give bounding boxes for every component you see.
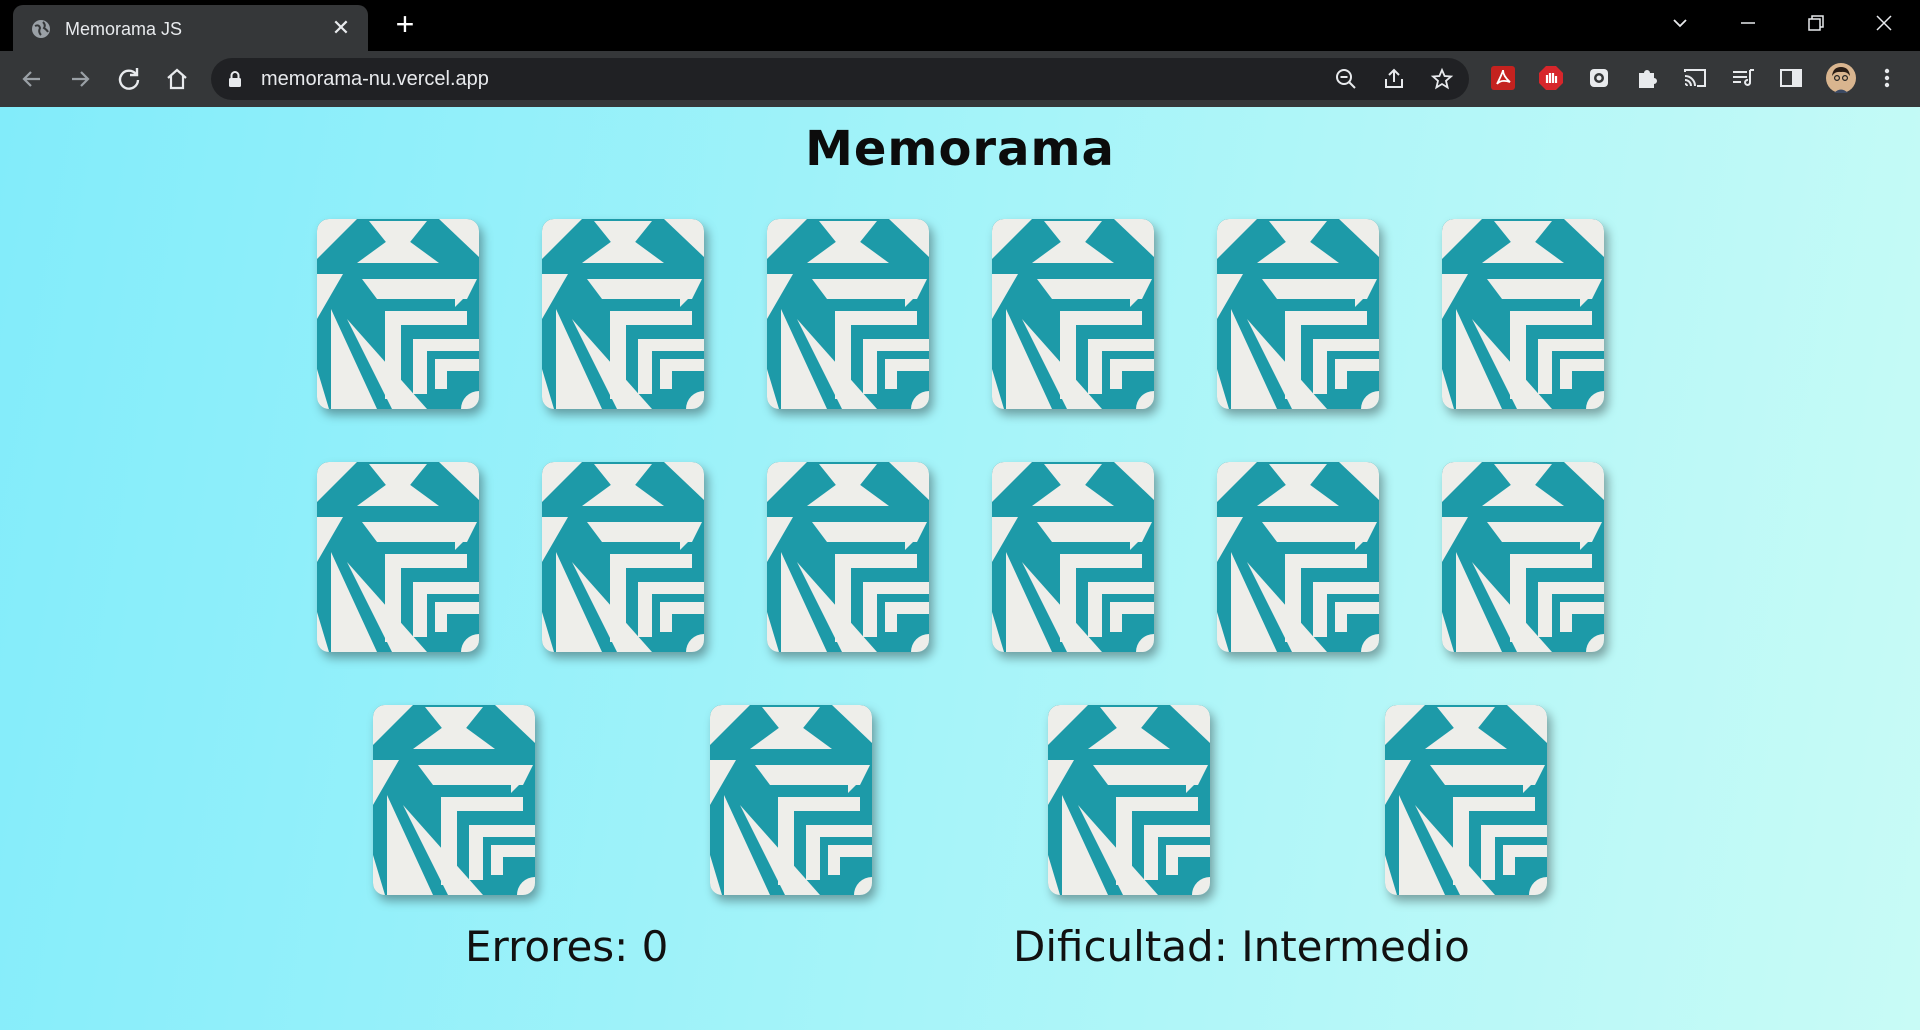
card-back-pattern [992, 219, 1154, 409]
home-icon[interactable] [161, 63, 193, 95]
card-back-pattern [542, 219, 704, 409]
memory-card-7[interactable] [317, 462, 479, 652]
tab-title: Memorama JS [65, 19, 183, 39]
card-back-pattern [1217, 462, 1379, 652]
memory-card-15[interactable] [1048, 705, 1210, 895]
profile-avatar[interactable] [1825, 62, 1857, 94]
tab-strip: Memorama JS ✕ + [0, 0, 1920, 51]
page-title: Memorama [805, 121, 1115, 177]
record-extension-icon[interactable] [1585, 64, 1613, 92]
difficulty-label: Dificultad: Intermedio [1013, 922, 1470, 971]
lock-icon[interactable] [227, 70, 243, 88]
card-back-pattern [992, 462, 1154, 652]
memory-card-14[interactable] [710, 705, 872, 895]
tab-search-icon[interactable] [1665, 8, 1695, 38]
memory-card-8[interactable] [542, 462, 704, 652]
new-tab-icon[interactable]: + [392, 8, 418, 40]
restore-icon[interactable] [1801, 8, 1831, 38]
browser-menu-icon[interactable] [1873, 64, 1901, 92]
puzzle-extensions-icon[interactable] [1633, 64, 1661, 92]
card-back-pattern [1442, 219, 1604, 409]
url-text: memorama-nu.vercel.app [261, 68, 489, 90]
cast-icon[interactable] [1681, 64, 1709, 92]
zoom-icon[interactable] [1334, 67, 1358, 91]
memory-card-2[interactable] [542, 219, 704, 409]
memory-card-3[interactable] [767, 219, 929, 409]
back-icon[interactable] [16, 63, 48, 95]
memory-card-13[interactable] [373, 705, 535, 895]
adblock-extension-icon[interactable] [1537, 64, 1565, 92]
card-back-pattern [542, 462, 704, 652]
forward-icon[interactable] [64, 63, 96, 95]
card-back-pattern [1442, 462, 1604, 652]
browser-toolbar: memorama-nu.vercel.app [0, 51, 1920, 107]
globe-icon [32, 20, 50, 38]
card-back-pattern [767, 219, 929, 409]
card-back-pattern [373, 705, 535, 895]
minimize-icon[interactable] [1733, 8, 1763, 38]
media-queue-icon[interactable] [1729, 64, 1757, 92]
pdf-extension-icon[interactable] [1489, 64, 1517, 92]
side-panel-icon[interactable] [1777, 64, 1805, 92]
page-content: Memorama Errores: 0 Dificultad: Intermed… [0, 107, 1920, 1030]
address-bar[interactable]: memorama-nu.vercel.app [211, 58, 1469, 100]
bookmark-star-icon[interactable] [1430, 67, 1454, 91]
browser-tab[interactable]: Memorama JS ✕ [13, 5, 368, 51]
memory-card-12[interactable] [1442, 462, 1604, 652]
reload-icon[interactable] [113, 63, 145, 95]
card-back-pattern [767, 462, 929, 652]
card-back-pattern [1385, 705, 1547, 895]
card-back-pattern [317, 219, 479, 409]
close-window-icon[interactable] [1869, 8, 1899, 38]
memory-card-10[interactable] [992, 462, 1154, 652]
memory-card-6[interactable] [1442, 219, 1604, 409]
memory-card-16[interactable] [1385, 705, 1547, 895]
memory-card-4[interactable] [992, 219, 1154, 409]
errors-counter: Errores: 0 [465, 922, 669, 971]
card-back-pattern [1217, 219, 1379, 409]
memory-card-9[interactable] [767, 462, 929, 652]
close-tab-icon[interactable]: ✕ [330, 17, 352, 39]
card-back-pattern [710, 705, 872, 895]
share-icon[interactable] [1382, 67, 1406, 91]
memory-card-1[interactable] [317, 219, 479, 409]
card-back-pattern [1048, 705, 1210, 895]
card-back-pattern [317, 462, 479, 652]
memory-card-11[interactable] [1217, 462, 1379, 652]
memory-card-5[interactable] [1217, 219, 1379, 409]
